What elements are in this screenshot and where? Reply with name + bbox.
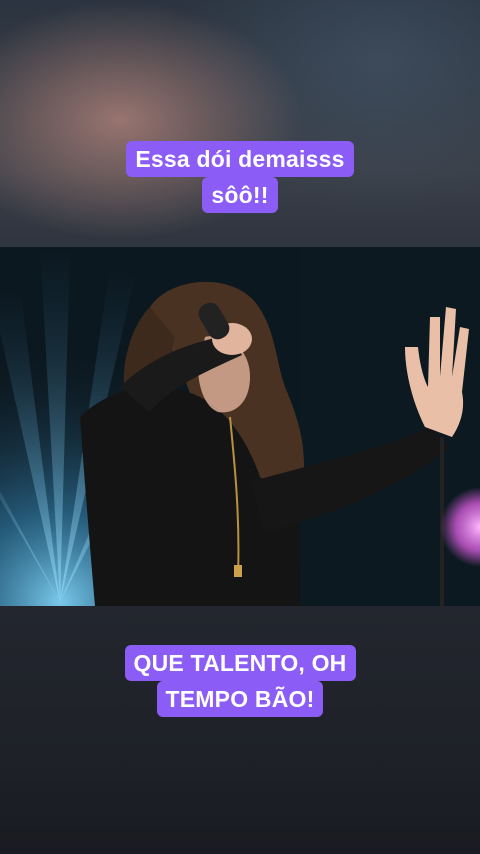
bottom-blurred-background <box>0 606 480 854</box>
caption-top-line-1: Essa dói demaisss <box>126 141 354 177</box>
video-player[interactable] <box>0 247 480 606</box>
video-post-frame[interactable]: Essa dói demaisss sôô!! QUE TALENTO, OH … <box>0 0 480 854</box>
concert-video-frame <box>0 247 480 606</box>
caption-bottom-line-2: TEMPO BÃO! <box>156 681 324 717</box>
caption-top: Essa dói demaisss sôô!! <box>0 141 480 213</box>
caption-bottom: QUE TALENTO, OH TEMPO BÃO! <box>0 645 480 717</box>
caption-bottom-line-1: QUE TALENTO, OH <box>124 645 356 681</box>
caption-top-line-2: sôô!! <box>202 177 278 213</box>
